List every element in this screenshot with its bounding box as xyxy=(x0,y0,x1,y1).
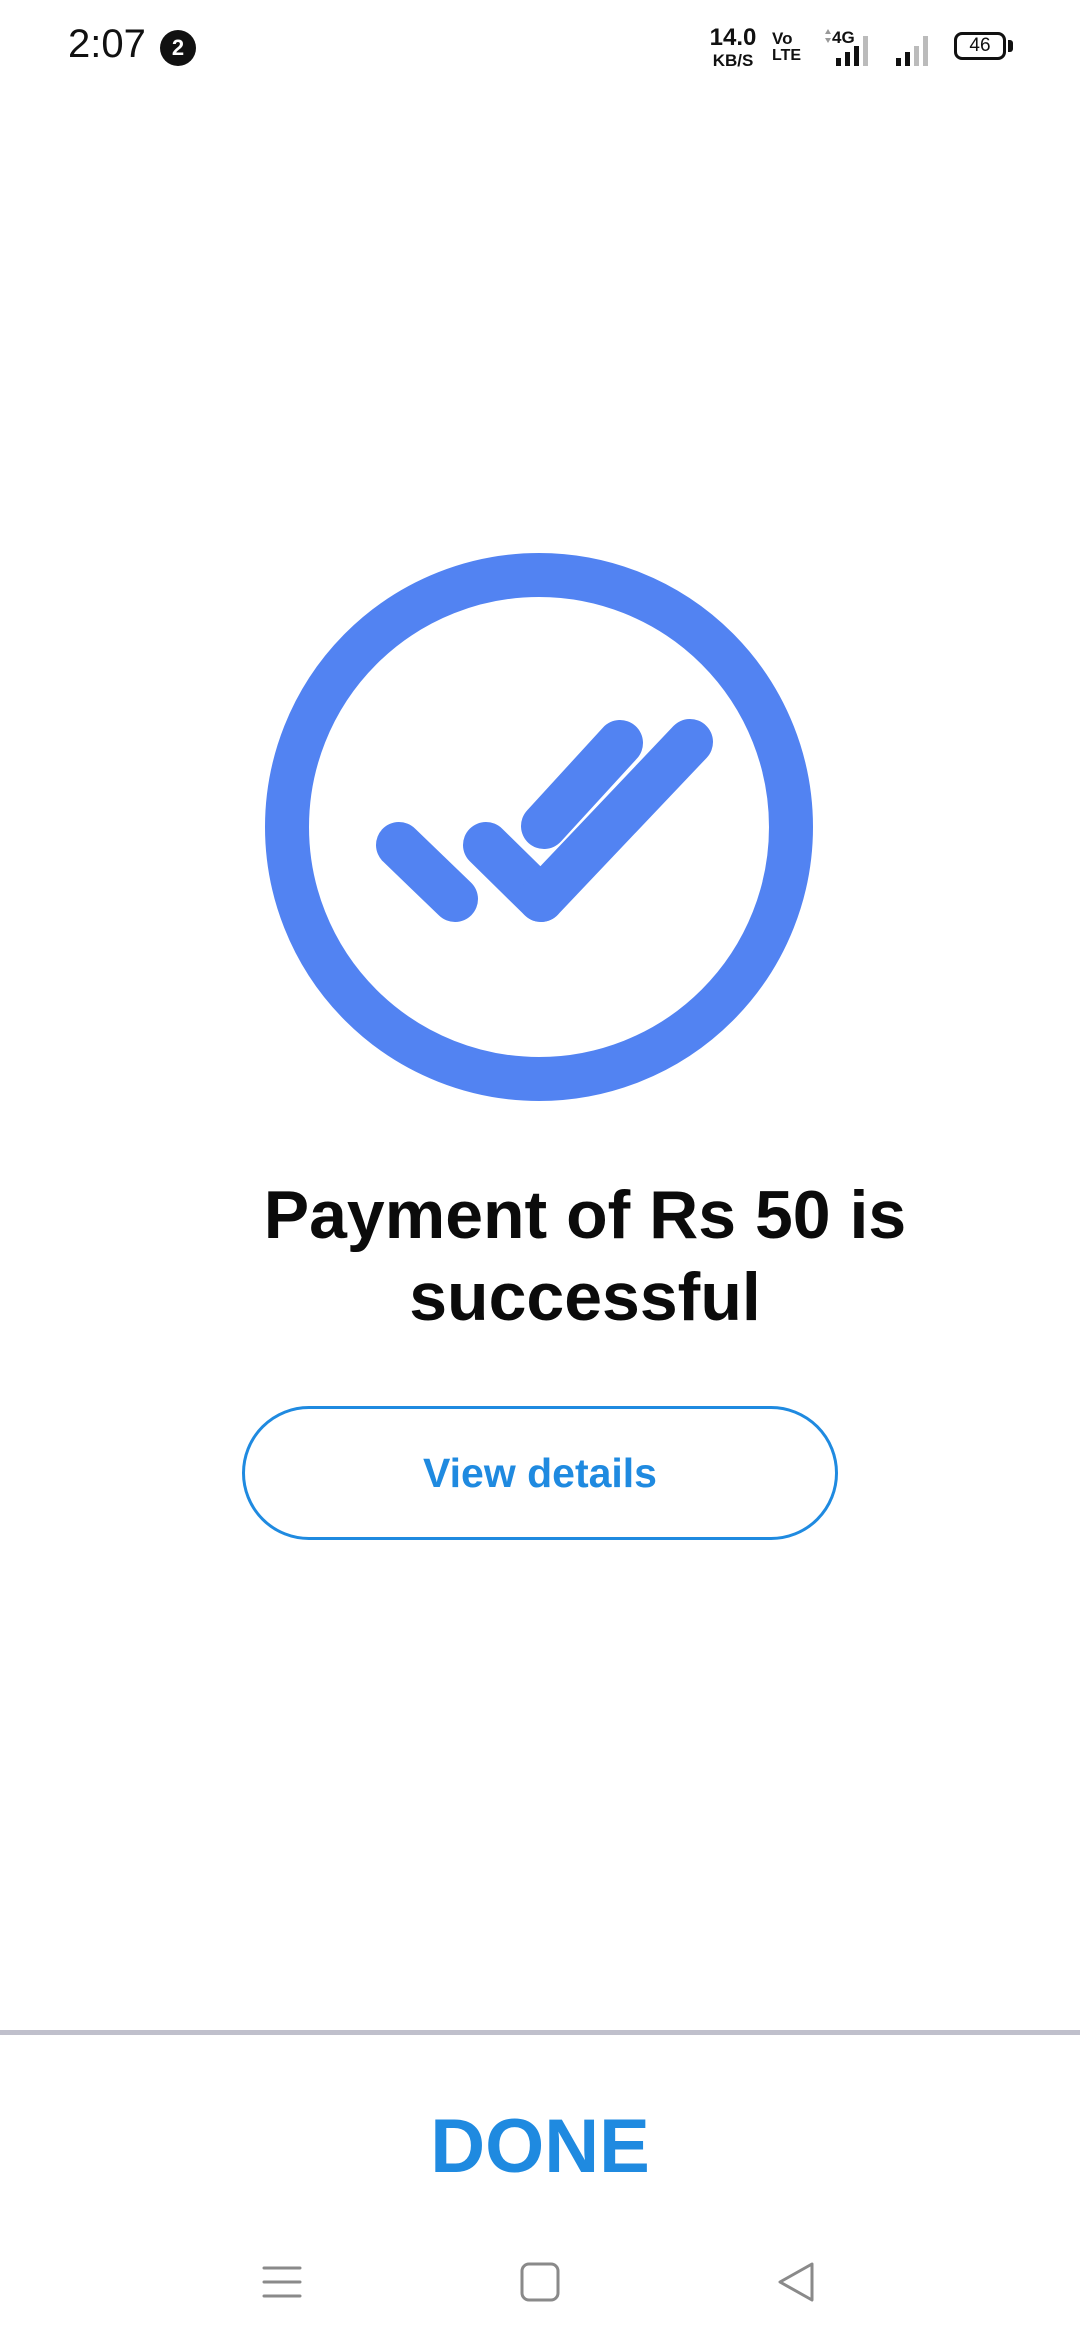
menu-icon[interactable] xyxy=(250,2250,314,2314)
battery-icon: 46 xyxy=(954,32,1006,60)
back-icon[interactable] xyxy=(764,2250,828,2314)
status-bar: 2:07 2 14.0 KB/S Vo LTE 4G 46 xyxy=(0,0,1080,96)
network-speed: 14.0 KB/S xyxy=(706,24,760,70)
network-speed-value: 14.0 xyxy=(709,24,757,51)
signal-4g-icon: 4G xyxy=(822,28,878,68)
signal-sim2-icon xyxy=(894,28,938,68)
payment-success-screen: 2:07 2 14.0 KB/S Vo LTE 4G 46 Payment of… xyxy=(0,0,1080,2340)
home-icon[interactable] xyxy=(508,2250,572,2314)
view-details-button[interactable]: View details xyxy=(242,1406,838,1540)
done-button[interactable]: DONE xyxy=(340,2092,740,2202)
system-navigation-bar xyxy=(0,2230,1080,2340)
footer-divider xyxy=(0,2030,1080,2035)
double-check-circle-icon xyxy=(262,550,816,1104)
volte-top-label: Vo xyxy=(772,29,793,48)
volte-icon: Vo LTE xyxy=(772,30,812,64)
notification-count-badge: 2 xyxy=(160,30,196,66)
payment-success-message: Payment of Rs 50 is successful xyxy=(263,1177,907,1335)
status-time: 2:07 xyxy=(68,22,146,66)
battery-tip xyxy=(1008,40,1013,52)
volte-bottom-label: LTE xyxy=(772,47,802,64)
network-speed-unit: KB/S xyxy=(712,51,754,70)
